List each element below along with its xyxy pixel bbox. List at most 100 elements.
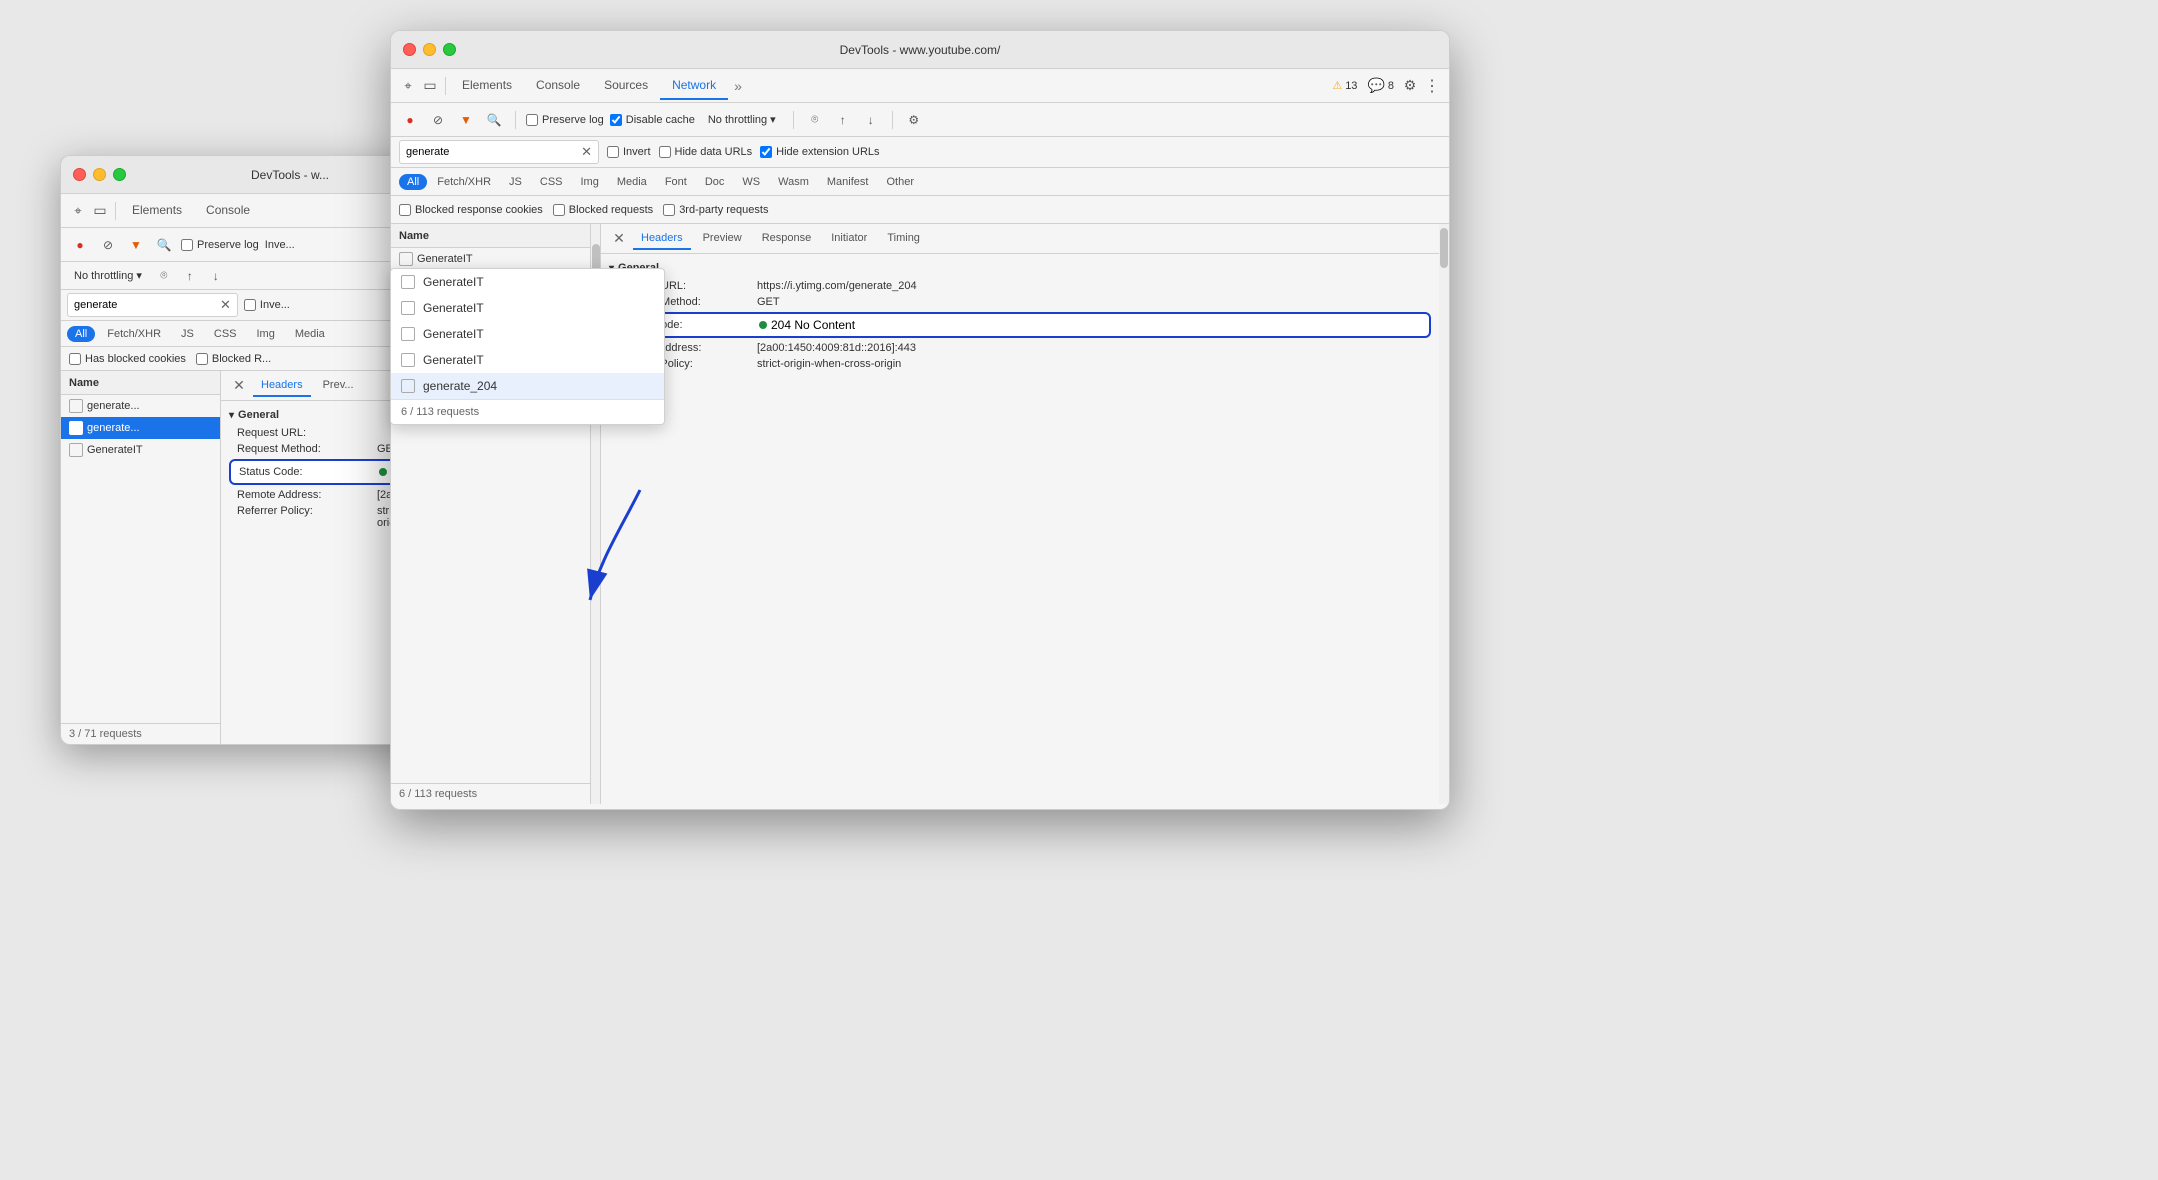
back-wifi-icon[interactable]: ⌾ [153, 265, 175, 287]
back-blocked-cookies-label[interactable]: Has blocked cookies [69, 353, 186, 365]
dropdown-item-1[interactable]: GenerateIT [391, 295, 664, 321]
front-invert-checkbox[interactable] [607, 146, 619, 158]
front-preserve-log-label[interactable]: Preserve log [526, 114, 604, 126]
front-tab-response[interactable]: Response [754, 228, 820, 250]
front-settings-icon[interactable]: ⚙ [903, 109, 925, 131]
back-filter-js[interactable]: JS [173, 326, 202, 342]
front-hide-ext-checkbox[interactable] [760, 146, 772, 158]
front-disable-cache-checkbox[interactable] [610, 114, 622, 126]
front-blocked-req-label[interactable]: Blocked requests [553, 204, 653, 216]
back-close-button[interactable] [73, 168, 86, 181]
back-close-panel-button[interactable]: ✕ [229, 376, 249, 396]
front-close-button[interactable] [403, 43, 416, 56]
front-tab-initiator[interactable]: Initiator [823, 228, 875, 250]
front-upload-icon[interactable]: ↑ [832, 109, 854, 131]
back-clear-search-icon[interactable]: ✕ [220, 297, 231, 313]
front-search-button[interactable]: 🔍 [483, 109, 505, 131]
back-minimize-button[interactable] [93, 168, 106, 181]
front-headers-scroll-thumb[interactable] [1440, 228, 1448, 268]
back-tab-console[interactable]: Console [194, 197, 262, 225]
front-blocked-resp-checkbox[interactable] [399, 204, 411, 216]
front-blocked-resp-label[interactable]: Blocked response cookies [399, 204, 543, 216]
front-cursor-icon[interactable]: ⌖ [397, 75, 419, 97]
front-filter-manifest[interactable]: Manifest [819, 174, 877, 190]
back-filter-all[interactable]: All [67, 326, 95, 342]
back-cursor-icon[interactable]: ⌖ [67, 200, 89, 222]
front-record-button[interactable]: ● [399, 109, 421, 131]
back-blocked-r-label[interactable]: Blocked R... [196, 353, 271, 365]
front-clear-search-icon[interactable]: ✕ [581, 144, 592, 160]
front-filter-js[interactable]: JS [501, 174, 530, 190]
back-req-row-0[interactable]: generate... [61, 395, 220, 417]
front-req-row-0[interactable]: GenerateIT [391, 248, 590, 270]
front-filter-fetch[interactable]: Fetch/XHR [429, 174, 499, 190]
front-filter-other[interactable]: Other [878, 174, 922, 190]
front-hide-data-label[interactable]: Hide data URLs [659, 146, 753, 158]
front-hide-ext-label[interactable]: Hide extension URLs [760, 146, 879, 158]
back-req-row-1[interactable]: generate... [61, 417, 220, 439]
back-blocked-r-checkbox[interactable] [196, 353, 208, 365]
back-throttle-select[interactable]: No throttling ▾ [67, 266, 149, 285]
front-disable-cache-label[interactable]: Disable cache [610, 114, 695, 126]
front-filter-css[interactable]: CSS [532, 174, 571, 190]
front-maximize-button[interactable] [443, 43, 456, 56]
front-filter-media[interactable]: Media [609, 174, 655, 190]
front-message-badge[interactable]: 💬 8 [1362, 75, 1399, 96]
front-tab-more[interactable]: » [728, 74, 748, 98]
back-search-button[interactable]: 🔍 [153, 234, 175, 256]
back-upload-icon[interactable]: ↑ [179, 265, 201, 287]
front-third-party-checkbox[interactable] [663, 204, 675, 216]
back-preserve-log-checkbox[interactable] [181, 239, 193, 251]
dropdown-item-4[interactable]: generate_204 [391, 373, 664, 399]
back-maximize-button[interactable] [113, 168, 126, 181]
back-search-input[interactable] [74, 299, 216, 311]
front-tab-sources[interactable]: Sources [592, 72, 660, 100]
front-throttle-select[interactable]: No throttling ▾ [701, 110, 783, 129]
front-hide-data-checkbox[interactable] [659, 146, 671, 158]
front-tab-preview[interactable]: Preview [695, 228, 750, 250]
front-filter-font[interactable]: Font [657, 174, 695, 190]
front-filter-doc[interactable]: Doc [697, 174, 733, 190]
front-preserve-log-checkbox[interactable] [526, 114, 538, 126]
front-device-icon[interactable]: ▭ [419, 75, 441, 97]
front-headers-scrollbar[interactable] [1439, 224, 1449, 804]
back-tab-elements[interactable]: Elements [120, 197, 194, 225]
back-req-row-2[interactable]: GenerateIT [61, 439, 220, 461]
back-clear-button[interactable]: ⊘ [97, 234, 119, 256]
front-tab-timing[interactable]: Timing [879, 228, 928, 250]
back-tab-headers[interactable]: Headers [253, 375, 311, 397]
front-filter-all[interactable]: All [399, 174, 427, 190]
back-search-box[interactable]: ✕ [67, 293, 238, 317]
front-third-party-label[interactable]: 3rd-party requests [663, 204, 768, 216]
front-clear-button[interactable]: ⊘ [427, 109, 449, 131]
back-filter-img[interactable]: Img [249, 326, 283, 342]
front-filter-wasm[interactable]: Wasm [770, 174, 817, 190]
front-blocked-req-checkbox[interactable] [553, 204, 565, 216]
dropdown-item-0[interactable]: GenerateIT [391, 269, 664, 295]
front-tab-console[interactable]: Console [524, 72, 592, 100]
front-filter-button[interactable]: ▼ [455, 109, 477, 131]
back-record-button[interactable]: ● [69, 234, 91, 256]
front-download-icon[interactable]: ↓ [860, 109, 882, 131]
back-filter-fetch[interactable]: Fetch/XHR [99, 326, 169, 342]
front-filter-ws[interactable]: WS [734, 174, 768, 190]
back-device-icon[interactable]: ▭ [89, 200, 111, 222]
front-tab-elements[interactable]: Elements [450, 72, 524, 100]
front-tab-headers[interactable]: Headers [633, 228, 691, 250]
front-tab-network[interactable]: Network [660, 72, 728, 100]
back-invert-checkbox[interactable] [244, 299, 256, 311]
dropdown-item-2[interactable]: GenerateIT [391, 321, 664, 347]
front-search-box[interactable]: ✕ [399, 140, 599, 164]
front-gear-icon[interactable]: ⚙ [1399, 75, 1421, 97]
front-search-input[interactable] [406, 146, 577, 158]
back-download-icon[interactable]: ↓ [205, 265, 227, 287]
front-more-icon[interactable]: ⋮ [1421, 75, 1443, 97]
front-wifi-icon[interactable]: ⌾ [804, 109, 826, 131]
front-warning-badge[interactable]: ⚠ 13 [1327, 77, 1362, 94]
front-minimize-button[interactable] [423, 43, 436, 56]
front-invert-label[interactable]: Invert [607, 146, 651, 158]
back-preserve-log-label[interactable]: Preserve log [181, 239, 259, 251]
back-tab-preview[interactable]: Prev... [315, 375, 362, 397]
back-filter-css[interactable]: CSS [206, 326, 245, 342]
dropdown-item-3[interactable]: GenerateIT [391, 347, 664, 373]
